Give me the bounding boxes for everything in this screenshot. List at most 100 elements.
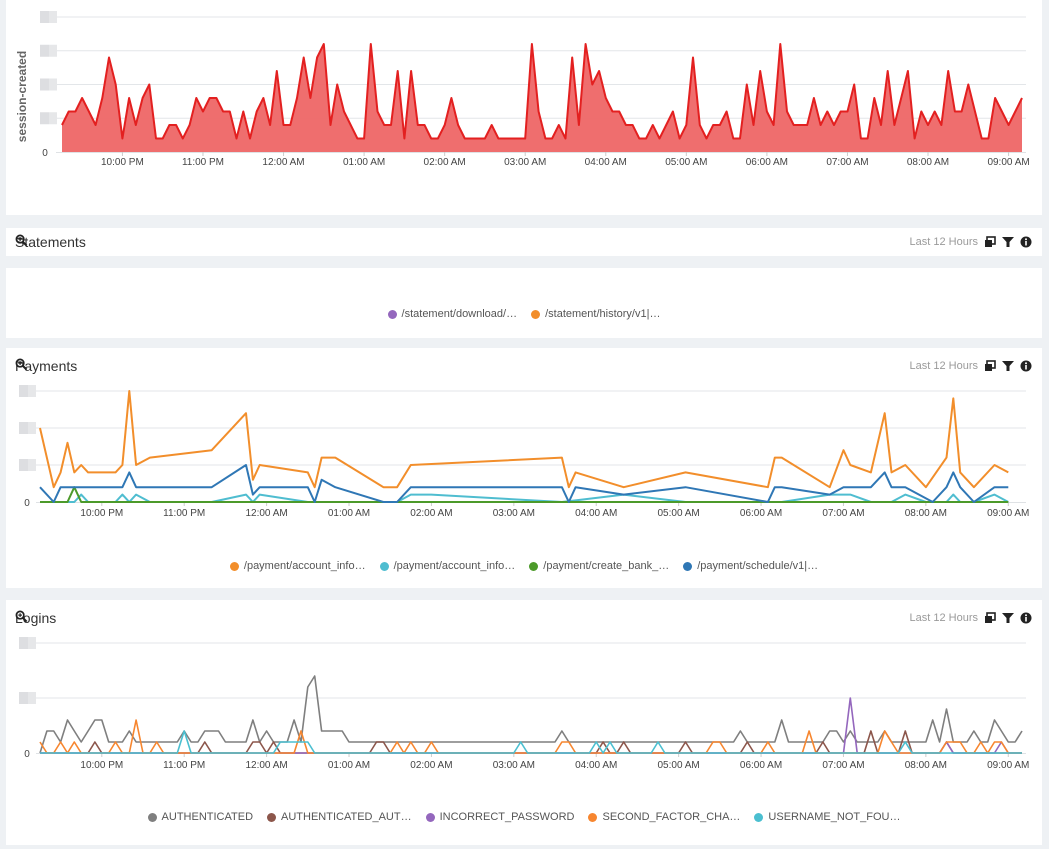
legend-item[interactable]: /statement/history/v1|… xyxy=(531,308,660,320)
legend-item[interactable]: /payment/account_info… xyxy=(379,560,516,572)
logins-chart: 0 10:00 PM 11:00 PM 12:00 AM 01:00 AM 02:00 A… xyxy=(19,637,1029,771)
y-tick-label-obscured xyxy=(19,692,36,704)
legend-item[interactable]: SECOND_FACTOR_CHA… xyxy=(588,811,740,823)
payments-panel: 0 10:00 PM 11:00 PM 12:00 AM 01:00 AM 02:00 A… xyxy=(6,348,1042,588)
legend-label: /statement/history/v1|… xyxy=(545,308,661,320)
info-icon[interactable] xyxy=(1020,360,1032,372)
x-tick-label: 05:00 AM xyxy=(658,760,700,771)
panel-header: Statements Last 12 Hours xyxy=(6,228,1042,256)
x-tick-label: 06:00 AM xyxy=(746,157,788,168)
copy-icon[interactable] xyxy=(984,360,996,372)
x-tick-label: 11:00 PM xyxy=(182,157,224,168)
payments-legend: /payment/account_info… /payment/account_… xyxy=(6,560,1042,572)
x-tick-label: 05:00 AM xyxy=(665,157,707,168)
y-tick-label-obscured xyxy=(19,385,36,397)
info-icon[interactable] xyxy=(1020,612,1032,624)
zoom-in-icon[interactable] xyxy=(15,358,28,371)
x-tick-label: 09:00 AM xyxy=(987,760,1029,771)
y-tick-label-obscured xyxy=(40,78,57,91)
x-tick-label: 07:00 AM xyxy=(822,760,864,771)
time-range-label[interactable]: Last 12 Hours xyxy=(910,360,978,372)
x-tick-label: 07:00 AM xyxy=(822,508,864,519)
x-tick-label: 02:00 AM xyxy=(410,508,452,519)
x-tick-label: 06:00 AM xyxy=(740,760,782,771)
legend-label: /payment/account_info… xyxy=(243,560,366,572)
x-tick-label: 09:00 AM xyxy=(987,157,1029,168)
panel-tools: Last 12 Hours xyxy=(910,360,1032,372)
sessions-panel: 0 10:00 PM 11:00 PM 12:00 AM 01:00 AM 02:00 A… xyxy=(6,0,1042,215)
legend-dot xyxy=(379,561,389,571)
x-tick-label: 10:00 PM xyxy=(80,760,123,771)
zoom-in-icon[interactable] xyxy=(15,610,28,623)
legend-dot xyxy=(267,812,277,822)
legend-item[interactable]: /payment/schedule/v1|… xyxy=(683,560,818,572)
panel-header: Logins Last 12 Hours xyxy=(6,604,1042,632)
legend-dot xyxy=(683,561,693,571)
legend-label: /payment/account_info… xyxy=(393,560,516,572)
y-tick-label-obscured xyxy=(40,112,57,125)
series-area xyxy=(62,44,1022,152)
legend-item[interactable]: AUTHENTICATED_AUT… xyxy=(267,811,412,823)
legend-dot xyxy=(387,309,397,319)
filter-icon[interactable] xyxy=(1002,236,1014,248)
y-tick-label: 0 xyxy=(42,148,48,159)
y-axis-label: session-created xyxy=(15,51,29,142)
legend-item[interactable]: /payment/account_info… xyxy=(229,560,366,572)
x-tick-label: 09:00 AM xyxy=(987,508,1029,519)
payments-chart: 0 10:00 PM 11:00 PM 12:00 AM 01:00 AM 02:00 A… xyxy=(19,385,1029,519)
statements-panel: /statement/download/… /statement/history… xyxy=(6,268,1042,338)
legend-dot xyxy=(229,561,239,571)
x-tick-label: 02:00 AM xyxy=(410,760,452,771)
copy-icon[interactable] xyxy=(984,236,996,248)
legend-dot xyxy=(531,309,541,319)
x-tick-label: 12:00 AM xyxy=(262,157,304,168)
legend-dot xyxy=(529,561,539,571)
filter-icon[interactable] xyxy=(1002,360,1014,372)
legend-item[interactable]: AUTHENTICATED xyxy=(147,811,253,823)
legend-label: INCORRECT_PASSWORD xyxy=(439,811,575,823)
panel-title: Statements xyxy=(15,234,86,250)
x-tick-label: 10:00 PM xyxy=(80,508,123,519)
legend-label: USERNAME_NOT_FOU… xyxy=(768,811,901,823)
x-tick-label: 12:00 AM xyxy=(245,760,287,771)
x-tick-label: 06:00 AM xyxy=(740,508,782,519)
legend-item[interactable]: INCORRECT_PASSWORD xyxy=(425,811,575,823)
copy-icon[interactable] xyxy=(984,612,996,624)
panel-title: Payments xyxy=(15,358,77,374)
legend-item[interactable]: /payment/create_bank_… xyxy=(529,560,669,572)
logins-panel: 0 10:00 PM 11:00 PM 12:00 AM 01:00 AM 02:00 A… xyxy=(6,600,1042,845)
panel-title: Logins xyxy=(15,610,56,626)
legend-dot xyxy=(588,812,598,822)
y-tick-label-obscured xyxy=(40,11,57,23)
x-tick-label: 07:00 AM xyxy=(826,157,868,168)
legend-dot xyxy=(147,812,157,822)
x-tick-label: 11:00 PM xyxy=(163,760,205,771)
time-range-label[interactable]: Last 12 Hours xyxy=(910,236,978,248)
filter-icon[interactable] xyxy=(1002,612,1014,624)
x-tick-label: 02:00 AM xyxy=(424,157,466,168)
y-tick-label-obscured xyxy=(40,44,57,57)
x-tick-label: 04:00 AM xyxy=(575,508,617,519)
x-tick-label: 08:00 AM xyxy=(905,508,947,519)
x-tick-label: 01:00 AM xyxy=(328,760,370,771)
x-tick-label: 01:00 AM xyxy=(343,157,385,168)
zoom-in-icon[interactable] xyxy=(15,234,28,247)
y-tick-label-obscured xyxy=(19,637,36,649)
y-tick-label: 0 xyxy=(24,498,30,509)
y-tick-label: 0 xyxy=(24,749,30,760)
legend-item[interactable]: /statement/download/… xyxy=(387,308,518,320)
legend-item[interactable]: USERNAME_NOT_FOU… xyxy=(754,811,900,823)
statements-panel-header: Statements Last 12 Hours xyxy=(6,228,1042,256)
legend-label: /statement/download/… xyxy=(401,308,518,320)
x-tick-label: 05:00 AM xyxy=(658,508,700,519)
y-tick-label-obscured xyxy=(19,422,36,434)
time-range-label[interactable]: Last 12 Hours xyxy=(910,612,978,624)
x-tick-label: 12:00 AM xyxy=(245,508,287,519)
info-icon[interactable] xyxy=(1020,236,1032,248)
panel-header: Payments Last 12 Hours xyxy=(6,352,1042,380)
sessions-chart: 0 10:00 PM 11:00 PM 12:00 AM 01:00 AM 02:00 A… xyxy=(15,11,1030,168)
x-tick-label: 10:00 PM xyxy=(101,157,144,168)
x-tick-label: 03:00 AM xyxy=(504,157,546,168)
x-tick-label: 04:00 AM xyxy=(585,157,627,168)
x-tick-label: 11:00 PM xyxy=(163,508,205,519)
